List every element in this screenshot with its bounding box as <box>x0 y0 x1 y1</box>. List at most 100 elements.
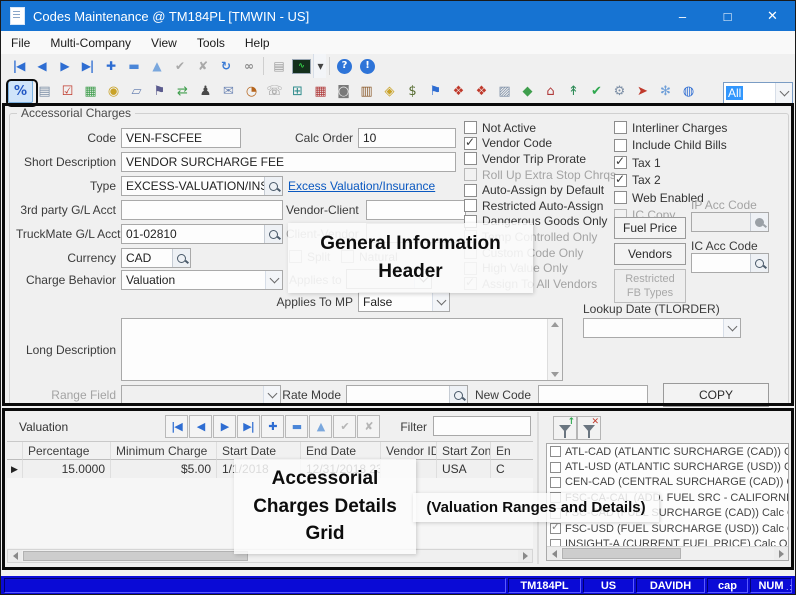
checklist-item[interactable]: ATL-CAD (ATLANTIC SURCHARGE (CAD)) Calc … <box>547 444 788 459</box>
flag-icon[interactable]: ⚑ <box>148 81 171 102</box>
grid-edit-button[interactable]: ▲ <box>309 415 332 438</box>
lookup-icon[interactable] <box>264 225 282 243</box>
vendor-client-field[interactable] <box>366 200 466 220</box>
menu-view[interactable]: View <box>141 33 187 53</box>
first-record-button[interactable]: |◀ <box>7 56 30 77</box>
close-button[interactable]: ✕ <box>750 1 795 31</box>
type-description-link[interactable]: Excess Valuation/Insurance <box>288 179 435 193</box>
short-description-field[interactable]: VENDOR SURCHARGE FEE <box>121 152 456 172</box>
grid-last-button[interactable]: ▶| <box>237 415 260 438</box>
toolbar-separator[interactable] <box>326 56 333 77</box>
menu-multi-company[interactable]: Multi-Company <box>40 33 141 53</box>
scroll-left-icon[interactable] <box>547 547 561 560</box>
grid-first-button[interactable]: |◀ <box>165 415 188 438</box>
grid-delete-button[interactable]: ▬ <box>285 415 308 438</box>
window-select-button[interactable]: ∿ <box>290 56 313 77</box>
filter-input[interactable] <box>433 416 531 436</box>
third-party-gl-field[interactable] <box>121 200 283 220</box>
checkbox-item[interactable]: Vendor Trip Prorate <box>464 151 616 167</box>
column-header[interactable]: Minimum Charge <box>111 442 217 460</box>
column-header[interactable]: Start Zone <box>437 442 491 460</box>
scroll-right-icon[interactable] <box>518 550 532 562</box>
checkbox-item[interactable]: Interliner Charges <box>614 120 727 136</box>
codes-report-icon[interactable]: ▤ <box>33 81 56 102</box>
grid-cancel-button[interactable]: ✘ <box>357 415 380 438</box>
camera-icon[interactable]: ◙ <box>332 81 355 102</box>
binoculars-search-icon[interactable]: ∞ <box>237 56 260 77</box>
ic-acc-code-field[interactable] <box>691 253 769 273</box>
insert-record-button[interactable]: ✚ <box>99 56 122 77</box>
checklist-item[interactable]: CEN-CAD (CENTRAL SURCHARGE (CAD)) Calc O… <box>547 475 788 490</box>
checklist-item[interactable]: ATL-USD (ATLANTIC SURCHARGE (USD)) Calc … <box>547 459 788 474</box>
document-info-icon[interactable]: ▨ <box>493 81 516 102</box>
refresh-button[interactable]: ↻ <box>214 56 237 77</box>
post-edit-button[interactable]: ✔ <box>168 56 191 77</box>
chevron-down-icon[interactable] <box>723 319 740 337</box>
chevron-down-icon[interactable] <box>775 83 792 103</box>
column-header[interactable]: Percentage <box>23 442 111 460</box>
delete-record-button[interactable]: ▬ <box>122 56 145 77</box>
fuel-price-button[interactable]: Fuel Price <box>614 217 686 239</box>
approve-icon[interactable]: ✔ <box>585 81 608 102</box>
tree-icon[interactable]: ↟ <box>562 81 585 102</box>
checkbox-item[interactable]: Vendor Code <box>464 136 616 152</box>
chart-icon[interactable]: ▦ <box>79 81 102 102</box>
layers-icon[interactable]: ◈ <box>378 81 401 102</box>
print-button[interactable]: ▤ <box>267 56 290 77</box>
help-button[interactable]: ? <box>333 56 356 77</box>
grid-post-button[interactable]: ✔ <box>333 415 356 438</box>
chevron-down-icon[interactable] <box>265 271 282 289</box>
lookup-icon[interactable] <box>172 249 190 267</box>
rate-mode-field[interactable] <box>346 385 468 405</box>
checkbox-item[interactable]: Tax 1 <box>614 155 727 171</box>
vendors-button[interactable]: Vendors <box>614 243 686 265</box>
phone-icon[interactable]: ☏ <box>263 81 286 102</box>
invoice-icon[interactable]: $ <box>401 81 424 102</box>
prior-record-button[interactable]: ◀ <box>30 56 53 77</box>
copy-button[interactable]: COPY <box>663 383 769 407</box>
lookup-date-select[interactable] <box>583 318 741 338</box>
accessorial-charges-icon[interactable]: % <box>8 80 33 103</box>
checkbox-item[interactable]: Not Active <box>464 120 616 136</box>
column-header[interactable]: End Date <box>301 442 381 460</box>
vertical-scrollbar[interactable] <box>547 319 562 380</box>
last-record-button[interactable]: ▶| <box>76 56 99 77</box>
driver-icon[interactable]: ♟ <box>194 81 217 102</box>
currency-field[interactable]: CAD <box>121 248 191 268</box>
next-record-button[interactable]: ▶ <box>53 56 76 77</box>
applies-to-mp-select[interactable]: False <box>358 292 450 312</box>
minimize-button[interactable]: – <box>660 1 705 31</box>
company-filter-select[interactable]: All <box>723 82 793 104</box>
new-code-field[interactable] <box>538 385 648 405</box>
scroll-right-icon[interactable] <box>774 547 788 560</box>
checkbox-item[interactable]: Roll Up Extra Stop Chrqs <box>464 167 616 183</box>
filter-apply-button[interactable]: ↑ <box>553 416 577 440</box>
code-field[interactable]: VEN-FSCFEE <box>121 128 241 148</box>
grid-prior-button[interactable]: ◀ <box>189 415 212 438</box>
checkbox-item[interactable]: Restricted Auto-Assign <box>464 198 616 214</box>
column-header[interactable]: Vendor ID <box>381 442 437 460</box>
audit-checklist-icon[interactable]: ☑ <box>56 81 79 102</box>
network-alt-icon[interactable]: ❖ <box>470 81 493 102</box>
maximize-button[interactable]: □ <box>705 1 750 31</box>
lookup-icon[interactable] <box>750 254 768 272</box>
chevron-down-icon[interactable] <box>432 293 449 311</box>
edit-record-button[interactable]: ▲ <box>145 56 168 77</box>
grid-next-button[interactable]: ▶ <box>213 415 236 438</box>
checklist-horizontal-scrollbar[interactable] <box>547 546 788 560</box>
truckmate-gl-field[interactable]: 01-02810 <box>121 224 283 244</box>
column-header[interactable]: Start Date <box>217 442 301 460</box>
home-icon[interactable]: ⌂ <box>539 81 562 102</box>
menu-help[interactable]: Help <box>235 33 280 53</box>
calendar-icon[interactable]: ▦ <box>309 81 332 102</box>
scroll-left-icon[interactable] <box>8 550 22 562</box>
globe-icon[interactable]: ◍ <box>677 81 700 102</box>
card-transfer-icon[interactable]: ⇄ <box>171 81 194 102</box>
checkbox-item[interactable]: Include Child Bills <box>614 137 727 153</box>
mail-icon[interactable]: ✉ <box>217 81 240 102</box>
snowflake-icon[interactable]: ✻ <box>654 81 677 102</box>
column-header[interactable]: En <box>491 442 533 460</box>
gears-icon[interactable]: ⚙ <box>608 81 631 102</box>
hierarchy-icon[interactable]: ⊞ <box>286 81 309 102</box>
window-select-dropdown[interactable]: ▾ <box>313 54 326 78</box>
